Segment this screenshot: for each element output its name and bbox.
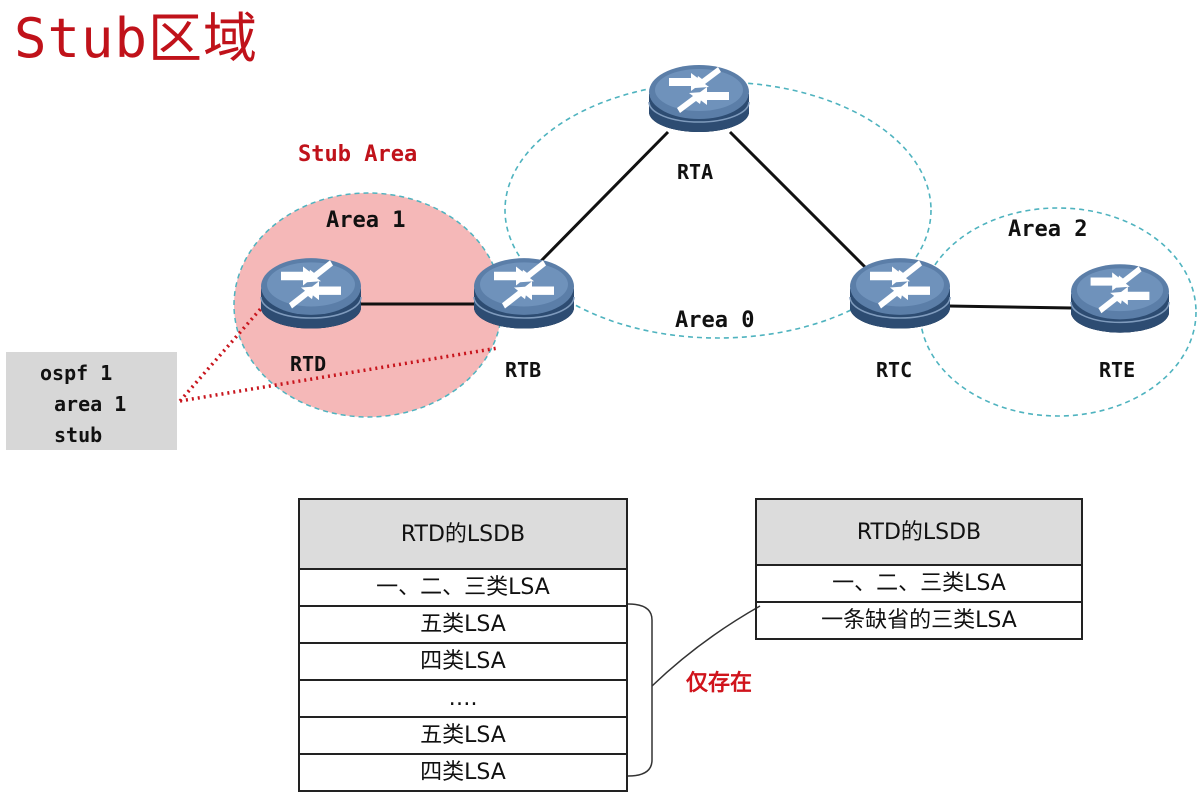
ospf-config-box: ospf 1 area 1 stub <box>6 352 177 450</box>
router-rtd-label: RTD <box>290 352 326 376</box>
router-rtc-label: RTC <box>876 358 912 382</box>
lsdb-row: 一、二、三类LSA <box>298 568 628 607</box>
router-rtd-icon <box>260 257 362 330</box>
lsdb-row: 一、二、三类LSA <box>755 564 1083 603</box>
lsdb-table-before: RTD的LSDB 一、二、三类LSA 五类LSA 四类LSA …. 五类LSA … <box>298 498 628 792</box>
router-rta-label: RTA <box>677 160 713 184</box>
link-rtc-rte <box>947 304 1073 310</box>
lsdb-row: …. <box>298 679 628 718</box>
only-exists-note: 仅存在 <box>686 671 753 696</box>
router-rtb-icon <box>473 257 575 330</box>
lsdb-table-after: RTD的LSDB 一、二、三类LSA 一条缺省的三类LSA <box>755 498 1083 640</box>
router-rtc-icon <box>849 257 951 330</box>
config-line-2: area 1 <box>54 392 127 416</box>
lsdb-row: 五类LSA <box>298 716 628 755</box>
link-rta-rtc <box>728 130 868 270</box>
router-rte-icon <box>1070 263 1170 334</box>
lsdb-bracket <box>627 603 653 777</box>
router-rte-label: RTE <box>1099 358 1135 382</box>
lsdb-header: RTD的LSDB <box>298 498 628 570</box>
config-line-1: ospf 1 <box>40 361 113 385</box>
area0-label: Area 0 <box>675 308 754 333</box>
router-rta-icon <box>648 64 750 133</box>
area2-label: Area 2 <box>1008 217 1087 242</box>
router-rtb-label: RTB <box>505 358 541 382</box>
lsdb-header: RTD的LSDB <box>755 498 1083 566</box>
lsdb-row: 四类LSA <box>298 642 628 681</box>
area1-label: Area 1 <box>326 208 405 233</box>
lsdb-row: 五类LSA <box>298 605 628 644</box>
link-rtb-rta <box>538 130 670 264</box>
lsdb-row: 四类LSA <box>298 753 628 792</box>
lsdb-row: 一条缺省的三类LSA <box>755 601 1083 640</box>
config-line-3: stub <box>54 423 103 447</box>
stub-area-label: Stub Area <box>298 142 417 167</box>
